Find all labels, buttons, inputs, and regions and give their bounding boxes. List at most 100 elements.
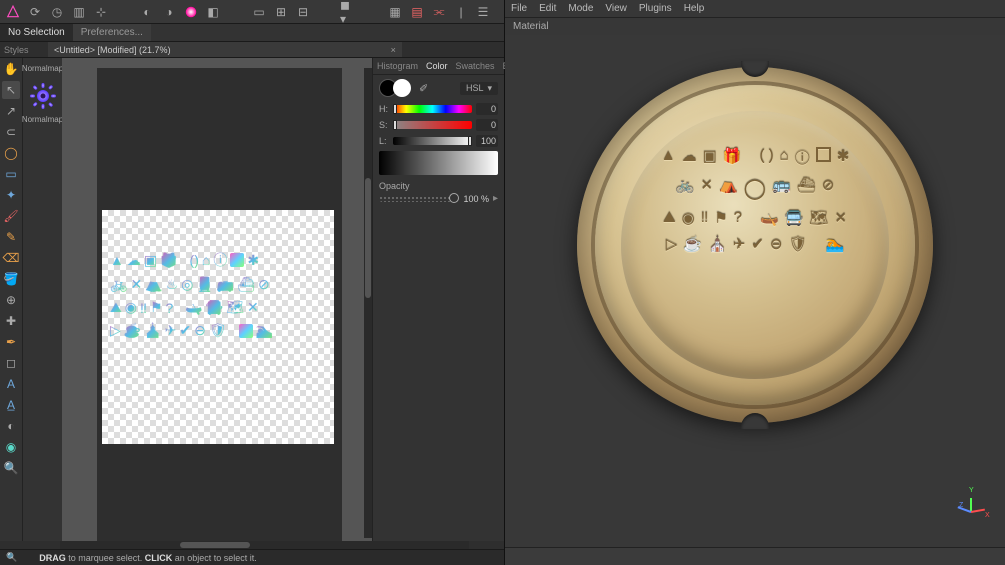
status-drag-text: to marquee select.: [66, 553, 145, 563]
gradient-preview[interactable]: [379, 151, 498, 175]
sat-slider[interactable]: S: 0: [379, 119, 498, 131]
select-sub-icon[interactable]: ⊟: [294, 3, 312, 21]
gradient-tool-icon[interactable]: ◐: [2, 417, 20, 435]
refresh-icon[interactable]: ⟳: [26, 3, 44, 21]
opacity-label: Opacity: [379, 181, 498, 191]
color-mode-label: HSL: [466, 83, 484, 93]
chevron-right-icon[interactable]: ▸: [493, 193, 498, 204]
hue-slider[interactable]: H: 0: [379, 103, 498, 115]
fill-icon[interactable]: ◼ ▾: [340, 3, 358, 21]
canvas-document[interactable]: [102, 210, 334, 444]
bottom-shelf: [505, 547, 1005, 565]
lit-label: L:: [379, 136, 389, 146]
contrast-icon[interactable]: ◑: [160, 3, 178, 21]
zoom-tool-icon[interactable]: 🔍: [2, 459, 20, 477]
status-click-text: an object to select it.: [172, 553, 257, 563]
normalmap-label: Normalmap: [22, 115, 63, 124]
engraved-glyphs: ▲☁▣🎁 ( )⌂ⓘ✱ 🚲✕⛺◯🚌⛴⊘ ⛰◉‼⚑? 🛶🚍🗺✕ ▷☕⛪✈✔⊖🛡 🏊: [637, 147, 873, 253]
separator-icon: |: [452, 3, 470, 21]
material-viewer-app: File Edit Mode View Plugins Help Materia…: [505, 0, 1005, 565]
history-icon[interactable]: ◷: [48, 3, 66, 21]
erase-tool-icon[interactable]: ⌫: [2, 249, 20, 267]
document-tab-strip: Styles <Untitled> [Modified] (21.7%) ×: [0, 42, 504, 58]
pen-tool-icon[interactable]: ✒: [2, 333, 20, 351]
lit-slider[interactable]: L: 100: [379, 135, 498, 147]
tab-histogram[interactable]: Histogram: [373, 61, 422, 71]
eyedropper-icon[interactable]: ✐: [419, 82, 428, 95]
snap-icon[interactable]: ⊹: [92, 3, 110, 21]
app-logo-icon: [4, 3, 22, 21]
document-tab-active[interactable]: <Untitled> [Modified] (21.7%) ×: [48, 42, 402, 57]
axis-gizmo[interactable]: Y X Z: [961, 489, 995, 523]
marquee-tool-icon[interactable]: ▭: [2, 165, 20, 183]
heal-tool-icon[interactable]: ✚: [2, 312, 20, 330]
canvas-area[interactable]: ▲☁▣🎁 ()⌂ⓘ✱ 🚲✕⛺♨◎🚆🚌⛴⊘ ⛰◉‼⚑? 🛶🚍🗺✕ ▷☕⛪✈✔⊖🛡 …: [62, 58, 372, 541]
select-add-icon[interactable]: ⊞: [272, 3, 290, 21]
opacity-slider[interactable]: [379, 196, 459, 202]
flood-select-icon[interactable]: ✦: [2, 186, 20, 204]
menu-view[interactable]: View: [605, 3, 627, 14]
search-icon[interactable]: 🔍: [6, 552, 17, 563]
lasso-tool-icon[interactable]: ◯: [2, 144, 20, 162]
pencil-tool-icon[interactable]: ✎: [2, 228, 20, 246]
panel-title: Material: [505, 18, 1005, 35]
channels-icon[interactable]: ◧: [204, 3, 222, 21]
crop-tool-icon[interactable]: ⊂: [2, 123, 20, 141]
layers-toggle-icon[interactable]: ▥: [70, 3, 88, 21]
tab-swatches[interactable]: Swatches: [452, 61, 499, 71]
hue-value[interactable]: 0: [476, 103, 498, 115]
chevron-down-icon: ▾: [487, 83, 492, 94]
gear-icon: [28, 81, 58, 111]
color-mode-dropdown[interactable]: HSL ▾: [460, 82, 498, 95]
ruler-icon[interactable]: ▤: [408, 3, 426, 21]
sat-value[interactable]: 0: [476, 119, 498, 131]
move-tool-icon[interactable]: ↖: [2, 81, 20, 99]
clone-tool-icon[interactable]: ⊕: [2, 291, 20, 309]
node-tool-icon[interactable]: ↗: [2, 102, 20, 120]
hand-tool-icon[interactable]: ✋: [2, 60, 20, 78]
status-bar: 🔍 DRAG to marquee select. CLICK an objec…: [0, 549, 504, 565]
viewport-3d[interactable]: ▲☁▣🎁 ( )⌂ⓘ✱ 🚲✕⛺◯🚌⛴⊘ ⛰◉‼⚑? 🛶🚍🗺✕ ▷☕⛪✈✔⊖🛡 🏊: [505, 35, 1005, 547]
tools-column: ✋ ↖ ↗ ⊂ ◯ ▭ ✦ 🖌 ✎ ⌫ 🪣 ⊕ ✚ ✒ ◻ A A̲ ◐ ◉ 🔍: [0, 58, 22, 541]
menu-plugins[interactable]: Plugins: [639, 3, 672, 14]
select-rect-icon[interactable]: ▭: [250, 3, 268, 21]
text-tool-icon[interactable]: A: [2, 375, 20, 393]
styles-panel-label[interactable]: Styles: [4, 45, 29, 55]
grid-icon[interactable]: ▦: [386, 3, 404, 21]
menu-edit[interactable]: Edit: [539, 3, 556, 14]
axis-x-label: X: [985, 512, 990, 519]
normalmap-thumb[interactable]: [26, 79, 60, 113]
menu-file[interactable]: File: [511, 3, 527, 14]
menu-help[interactable]: Help: [684, 3, 705, 14]
normalmap-tab[interactable]: Normalmap: [20, 62, 65, 75]
half-circle-icon[interactable]: ◐: [138, 3, 156, 21]
color-wheel-icon[interactable]: [182, 3, 200, 21]
right-panels: Histogram Color Swatches Brushes ✐ HSL ▾…: [372, 58, 504, 541]
horizontal-scrollbar[interactable]: [60, 541, 469, 549]
left-panel: Normalmap: [22, 58, 62, 541]
opacity-value[interactable]: 100 %: [463, 194, 489, 204]
menu-bar: File Edit Mode View Plugins Help: [505, 0, 1005, 18]
fill-tool-icon[interactable]: 🪣: [2, 270, 20, 288]
tab-color[interactable]: Color: [422, 61, 452, 71]
context-bar: No Selection Preferences...: [0, 24, 504, 42]
shape-tool-icon[interactable]: ◻: [2, 354, 20, 372]
context-no-selection: No Selection: [0, 24, 73, 41]
context-preferences[interactable]: Preferences...: [73, 24, 151, 41]
disc-notch-top: [741, 61, 769, 77]
link-icon[interactable]: ⫘: [430, 3, 448, 21]
hue-label: H:: [379, 104, 389, 114]
document-tab-title: <Untitled> [Modified] (21.7%): [54, 45, 171, 55]
image-editor-app: ⟳ ◷ ▥ ⊹ ◐ ◑ ◧ ▭ ⊞ ⊟ ◼ ▾ ▦ ▤ ⫘ | ☰ No Sel…: [0, 0, 505, 565]
vertical-scrollbar[interactable]: [364, 68, 372, 538]
eyedrop-tool-icon[interactable]: ◉: [2, 438, 20, 456]
top-toolbar: ⟳ ◷ ▥ ⊹ ◐ ◑ ◧ ▭ ⊞ ⊟ ◼ ▾ ▦ ▤ ⫘ | ☰: [0, 0, 504, 24]
close-icon[interactable]: ×: [391, 45, 396, 55]
frame-text-icon[interactable]: A̲: [2, 396, 20, 414]
lit-value[interactable]: 100: [476, 135, 498, 147]
arrange-icon[interactable]: ☰: [474, 3, 492, 21]
menu-mode[interactable]: Mode: [568, 3, 593, 14]
swatch-secondary[interactable]: [393, 79, 411, 97]
material-preview-disc[interactable]: ▲☁▣🎁 ( )⌂ⓘ✱ 🚲✕⛺◯🚌⛴⊘ ⛰◉‼⚑? 🛶🚍🗺✕ ▷☕⛪✈✔⊖🛡 🏊: [577, 67, 933, 423]
brush-tool-icon[interactable]: 🖌: [2, 207, 20, 225]
